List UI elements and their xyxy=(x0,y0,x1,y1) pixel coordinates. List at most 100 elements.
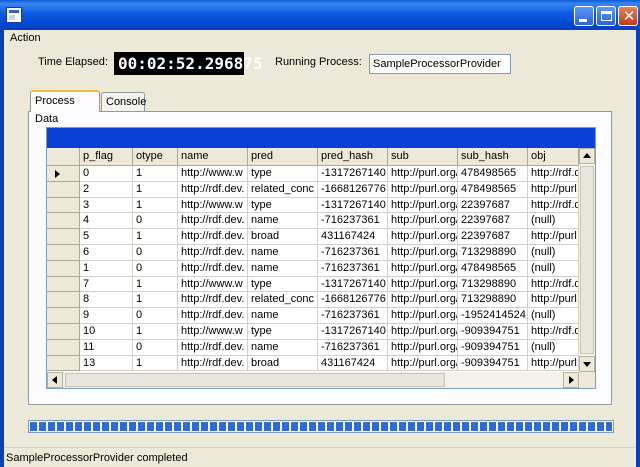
cell-sub-hash[interactable]: 478498565 xyxy=(458,260,528,277)
cell-pred[interactable]: name xyxy=(248,308,318,324)
row-header[interactable] xyxy=(47,308,80,324)
cell-pred[interactable]: name xyxy=(248,244,318,261)
cell-sub[interactable]: http://purl.org/ xyxy=(388,260,458,277)
cell-otype[interactable]: 1 xyxy=(133,323,178,340)
vertical-scrollbar[interactable] xyxy=(579,148,595,372)
cell-otype[interactable]: 1 xyxy=(133,355,178,372)
column-header-pred-hash[interactable]: pred_hash xyxy=(318,148,388,166)
tab-process-data[interactable]: Process Data xyxy=(30,90,100,125)
column-header-pred[interactable]: pred xyxy=(248,148,318,166)
row-header[interactable] xyxy=(47,229,80,245)
cell-name[interactable]: http://www.w xyxy=(178,197,248,214)
cell-sub-hash[interactable]: 713298890 xyxy=(458,276,528,293)
cell-sub[interactable]: http://purl.org/ xyxy=(388,197,458,214)
cell-pred[interactable]: broad xyxy=(248,355,318,372)
table-row[interactable]: 6 0 http://rdf.dev. name -716237361 http://pu… xyxy=(47,244,579,261)
cell-pred-hash[interactable]: -1668126776 xyxy=(318,292,388,309)
cell-sub[interactable]: http://purl.org/ xyxy=(388,323,458,340)
column-header-name[interactable]: name xyxy=(178,148,248,166)
cell-name[interactable]: http://www.w xyxy=(178,276,248,293)
cell-obj[interactable]: http://rdf.de xyxy=(528,197,579,214)
table-row[interactable]: 3 1 http://www.w type -1317267140 http://purl… xyxy=(47,197,579,214)
data-grid[interactable]: p_flag otype name pred pred_hash sub sub_hash o… xyxy=(46,127,596,389)
column-header-sub[interactable]: sub xyxy=(388,148,458,166)
cell-p-flag[interactable]: 7 xyxy=(80,276,133,293)
cell-name[interactable]: http://www.w xyxy=(178,166,248,182)
cell-obj[interactable]: http://rdf.de xyxy=(528,166,579,182)
column-header-otype[interactable]: otype xyxy=(133,148,178,166)
cell-pred-hash[interactable]: 431167424 xyxy=(318,229,388,245)
scroll-left-button[interactable] xyxy=(47,372,63,388)
cell-sub-hash[interactable]: -909394751 xyxy=(458,355,528,372)
cell-name[interactable]: http://rdf.dev. xyxy=(178,244,248,261)
row-header[interactable] xyxy=(47,355,80,372)
cell-obj[interactable]: http://rdf.de xyxy=(528,323,579,340)
cell-sub[interactable]: http://purl.org/ xyxy=(388,292,458,309)
close-button[interactable]: ✕ xyxy=(618,6,638,26)
app-icon[interactable] xyxy=(6,7,22,23)
cell-p-flag[interactable]: 4 xyxy=(80,213,133,230)
column-header-p-flag[interactable]: p_flag xyxy=(80,148,133,166)
cell-p-flag[interactable]: 9 xyxy=(80,308,133,324)
cell-sub[interactable]: http://purl.org/ xyxy=(388,308,458,324)
scroll-down-button[interactable] xyxy=(579,356,595,372)
cell-pred-hash[interactable]: -1317267140 xyxy=(318,323,388,340)
cell-obj[interactable]: http://purl.o xyxy=(528,355,579,372)
cell-obj[interactable]: http://rdf.de xyxy=(528,276,579,293)
table-row[interactable]: 5 1 http://rdf.dev. broad 431167424 http://pu… xyxy=(47,229,579,245)
cell-sub[interactable]: http://purl.org/ xyxy=(388,166,458,182)
tab-console[interactable]: Console xyxy=(101,92,146,112)
cell-obj[interactable]: http://purl.o xyxy=(528,229,579,245)
horizontal-scrollbar[interactable] xyxy=(47,372,579,388)
cell-name[interactable]: http://rdf.dev. xyxy=(178,229,248,245)
cell-p-flag[interactable]: 0 xyxy=(80,166,133,182)
cell-p-flag[interactable]: 8 xyxy=(80,292,133,309)
cell-sub-hash[interactable]: 22397687 xyxy=(458,197,528,214)
cell-sub[interactable]: http://purl.org/ xyxy=(388,244,458,261)
horizontal-scroll-thumb[interactable] xyxy=(65,373,445,387)
cell-otype[interactable]: 0 xyxy=(133,260,178,277)
cell-p-flag[interactable]: 2 xyxy=(80,181,133,198)
cell-pred[interactable]: type xyxy=(248,197,318,214)
cell-pred[interactable]: related_conc xyxy=(248,292,318,309)
row-header[interactable] xyxy=(47,181,80,198)
row-header[interactable] xyxy=(47,260,80,277)
cell-name[interactable]: http://rdf.dev. xyxy=(178,292,248,309)
cell-otype[interactable]: 1 xyxy=(133,229,178,245)
row-header[interactable] xyxy=(47,166,80,182)
cell-name[interactable]: http://rdf.dev. xyxy=(178,213,248,230)
cell-obj[interactable]: (null) xyxy=(528,308,579,324)
cell-sub[interactable]: http://purl.org/ xyxy=(388,276,458,293)
cell-p-flag[interactable]: 13 xyxy=(80,355,133,372)
cell-pred-hash[interactable]: -716237361 xyxy=(318,339,388,356)
table-row[interactable]: 9 0 http://rdf.dev. name -716237361 http://pu… xyxy=(47,308,579,324)
cell-otype[interactable]: 1 xyxy=(133,166,178,182)
cell-otype[interactable]: 0 xyxy=(133,213,178,230)
cell-name[interactable]: http://rdf.dev. xyxy=(178,339,248,356)
cell-otype[interactable]: 1 xyxy=(133,197,178,214)
cell-name[interactable]: http://www.w xyxy=(178,323,248,340)
cell-otype[interactable]: 1 xyxy=(133,276,178,293)
cell-sub[interactable]: http://purl.org/ xyxy=(388,213,458,230)
cell-name[interactable]: http://rdf.dev. xyxy=(178,355,248,372)
cell-sub[interactable]: http://purl.org/ xyxy=(388,229,458,245)
cell-pred[interactable]: related_conc xyxy=(248,181,318,198)
cell-pred-hash[interactable]: -1668126776 xyxy=(318,181,388,198)
table-row[interactable]: 1 0 http://rdf.dev. name -716237361 http://pu… xyxy=(47,260,579,277)
cell-sub-hash[interactable]: 22397687 xyxy=(458,213,528,230)
cell-sub-hash[interactable]: 478498565 xyxy=(458,166,528,182)
menu-action[interactable]: Action xyxy=(10,32,41,44)
scroll-right-button[interactable] xyxy=(563,372,579,388)
cell-obj[interactable]: http://purl.o xyxy=(528,181,579,198)
minimize-button[interactable] xyxy=(574,6,594,26)
cell-sub-hash[interactable]: 713298890 xyxy=(458,244,528,261)
cell-p-flag[interactable]: 1 xyxy=(80,260,133,277)
table-row[interactable]: 2 1 http://rdf.dev. related_conc -1668126776… xyxy=(47,181,579,198)
cell-pred-hash[interactable]: -1317267140 xyxy=(318,276,388,293)
cell-pred-hash[interactable]: -716237361 xyxy=(318,260,388,277)
cell-otype[interactable]: 0 xyxy=(133,244,178,261)
cell-obj[interactable]: http://purl.o xyxy=(528,292,579,309)
row-header[interactable] xyxy=(47,276,80,293)
cell-sub[interactable]: http://purl.org/ xyxy=(388,181,458,198)
cell-p-flag[interactable]: 5 xyxy=(80,229,133,245)
